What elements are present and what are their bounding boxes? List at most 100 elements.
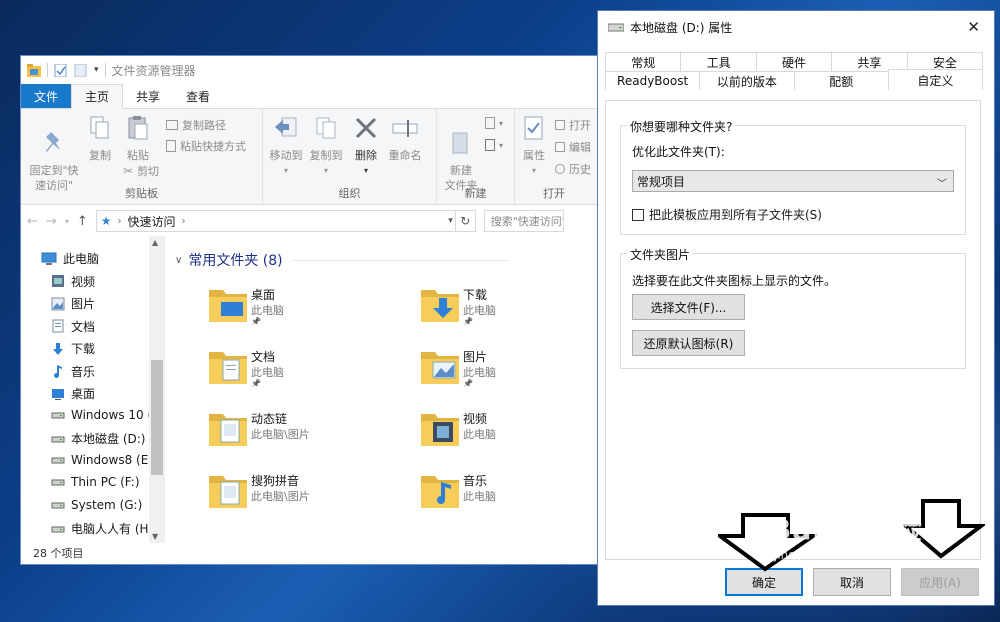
nav-item[interactable]: Windows 10 (C [51,408,161,422]
pc-icon [41,252,57,266]
tab-file[interactable]: 文件 [21,84,72,108]
ribbon-group-new: 新建 文件夹 ▾ ▾ 新建 [437,109,515,204]
dialog-tab[interactable]: ReadyBoost [605,71,701,90]
copy-label: 复制 [89,149,111,162]
nav-item[interactable]: 文档 [51,318,95,335]
nav-item-label: Windows8 (E:) [71,452,158,467]
tab-view[interactable]: 查看 [173,84,223,108]
desktop-icon [51,387,65,401]
optimize-select-value: 常规项目 [637,174,686,189]
properties-qa-icon[interactable] [54,63,68,77]
folder-tile[interactable]: 音乐 此电脑 [385,470,585,525]
drive-icon [51,453,65,467]
watermark-brand: Baidu经验 [770,513,923,546]
scissors-icon: ✂ [123,164,134,178]
apply-template-row[interactable]: 把此模板应用到所有子文件夹(S) [632,206,822,223]
choose-file-button[interactable]: 选择文件(F)... [632,294,745,320]
folder-type-section: 你想要哪种文件夹? 优化此文件夹(T): 常规项目 ﹀ 把此模板应用到所有子文件… [620,118,966,235]
nav-item[interactable]: 音乐 [51,363,95,380]
folder-tile[interactable]: 桌面 此电脑 📌 [173,284,373,339]
collapse-chevron-icon[interactable]: ∨ [175,255,182,266]
apply-template-label: 把此模板应用到所有子文件夹(S) [649,208,822,222]
new-folder-qa-icon[interactable] [74,63,88,77]
copy-button[interactable]: 复制 [85,115,115,163]
nav-item[interactable]: Thin PC (F:) [51,475,140,489]
dialog-tab[interactable]: 常规 [605,52,682,71]
close-icon[interactable]: ✕ [967,18,980,36]
nav-item[interactable]: 图片 [51,295,95,312]
dialog-tab-active[interactable]: 自定义 [887,69,983,90]
folder-tile[interactable]: 动态链 此电脑\图片 [173,408,373,463]
nav-item[interactable]: Windows8 (E:) [51,453,157,467]
frequent-folders-header[interactable]: ∨ 常用文件夹 (8) [175,250,508,270]
refresh-icon[interactable]: ↻ [454,211,475,231]
folder-tile[interactable]: 图片 此电脑 📌 [385,346,585,401]
new-item-icon [485,117,495,129]
folder-tile[interactable]: 文档 此电脑 📌 [173,346,373,401]
nav-item[interactable]: 电脑人人有 (H:) [51,520,157,537]
copy-path-button[interactable]: 复制路径 [166,117,226,133]
tab-home[interactable]: 主页 [71,84,124,109]
folder-icon [209,290,247,322]
address-dropdown-icon[interactable]: ▾ [448,216,453,226]
forward-arrow-icon[interactable]: → [46,214,57,229]
folder-tile[interactable]: 下载 此电脑 📌 [385,284,585,339]
new-item-button[interactable]: ▾ [485,117,503,129]
optimize-select[interactable]: 常规项目 ﹀ [632,170,954,192]
customize-tab-panel: 你想要哪种文件夹? 优化此文件夹(T): 常规项目 ﹀ 把此模板应用到所有子文件… [605,100,981,560]
restore-default-icon-button[interactable]: 还原默认图标(R) [632,330,745,356]
nav-item[interactable]: System (G:) [51,498,142,512]
move-to-button[interactable]: 移动到 ▾ [267,115,305,178]
open-button[interactable]: 打开 [555,117,591,133]
scroll-up-icon[interactable]: ▲ [152,238,158,247]
ok-button[interactable]: 确定 [725,568,803,596]
search-input[interactable]: 搜索"快速访问" [483,210,564,232]
folder-icon [209,352,247,384]
nav-item[interactable]: 视频 [51,273,95,290]
back-arrow-icon[interactable]: ← [27,214,38,229]
apply-button[interactable]: 应用(A) [901,568,979,596]
nav-item[interactable]: 此电脑 [41,250,99,267]
folder-location: 此电脑 [251,366,284,379]
folder-name: 下载 [463,288,488,302]
dialog-tab[interactable]: 硬件 [755,52,833,71]
folder-tile[interactable]: 搜狗拼音 此电脑\图片 [173,470,373,525]
folder-tile[interactable]: 视频 此电脑 [385,408,585,463]
easy-access-button[interactable]: ▾ [485,139,503,151]
paste-button[interactable]: 粘贴 [121,115,155,163]
copy-to-button[interactable]: 复制到 ▾ [307,115,345,178]
nav-item[interactable]: 本地磁盘 (D:) [51,430,145,447]
edit-button[interactable]: 编辑 [555,139,591,155]
nav-item[interactable]: 下载 [51,340,95,357]
apply-template-checkbox[interactable] [632,208,644,221]
ribbon-group-open: 属性 ▾ 打开 编辑 历史 打开 [515,109,595,204]
cut-button[interactable]: ✂ 剪切 [123,163,159,179]
tab-share[interactable]: 共享 [123,84,173,108]
paste-shortcut-button[interactable]: 粘贴快捷方式 [166,138,246,154]
nav-item-label: 此电脑 [63,252,100,266]
qa-dropdown-icon[interactable]: ▾ [94,65,99,75]
paste-icon [128,116,148,140]
rename-button[interactable]: 重命名 [385,115,425,163]
nav-scrollbar-thumb[interactable] [151,360,163,475]
scroll-down-icon[interactable]: ▼ [152,532,158,541]
nav-item-label: Windows 10 (C [71,407,161,422]
dialog-tab[interactable]: 工具 [680,52,757,71]
nav-item[interactable]: 桌面 [51,385,95,402]
recent-dropdown-icon[interactable]: ▾ [65,217,69,226]
dialog-tab[interactable]: 配额 [793,71,889,90]
nav-item-label: 图片 [71,297,96,311]
dialog-tab[interactable]: 以前的版本 [699,71,795,90]
up-arrow-icon[interactable]: ↑ [77,214,88,229]
paste-label: 粘贴 [127,149,149,162]
cancel-button[interactable]: 取消 [813,568,891,596]
address-path[interactable]: 快速访问 [128,213,176,230]
nav-scrollbar[interactable]: ▲ ▼ [149,236,165,543]
delete-button[interactable]: 删除 ▾ [353,115,379,178]
status-bar: 28 个项目 [21,542,614,564]
folder-location: 此电脑\图片 [251,490,310,503]
properties-button[interactable]: 属性 ▾ [519,115,549,178]
history-button[interactable]: 历史 [555,161,591,177]
delete-x-icon [355,117,377,139]
address-bar[interactable]: ★ › 快速访问 › ▾ ↻ [95,210,476,232]
